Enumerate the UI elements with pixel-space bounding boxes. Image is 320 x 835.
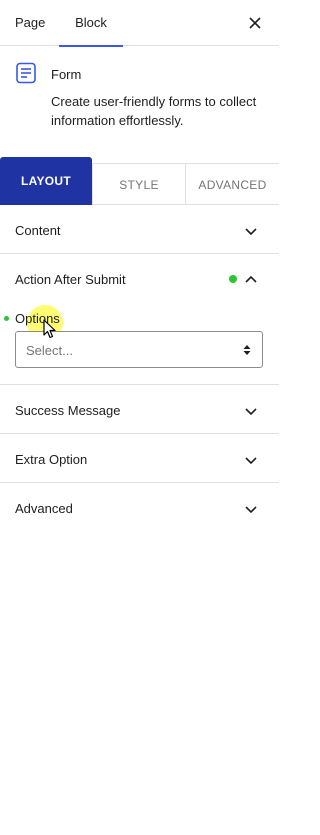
- section-action-after-submit[interactable]: Action After Submit Options Select...: [0, 254, 279, 385]
- section-advanced-label: Advanced: [15, 501, 73, 516]
- tab-style[interactable]: STYLE: [92, 163, 185, 205]
- section-content-label: Content: [15, 223, 61, 238]
- chevron-down-icon: [245, 228, 257, 236]
- section-advanced[interactable]: Advanced: [0, 483, 279, 532]
- chevron-up-icon: [245, 275, 257, 283]
- sidebar-header-tabs: Page Block: [0, 0, 279, 47]
- tab-layout[interactable]: LAYOUT: [0, 157, 92, 205]
- tab-advanced[interactable]: ADVANCED: [185, 163, 279, 205]
- panel-tabs: LAYOUT STYLE ADVANCED: [0, 157, 279, 205]
- tab-block[interactable]: Block: [59, 0, 123, 47]
- section-extra-label: Extra Option: [15, 452, 88, 467]
- modified-dot: [4, 316, 9, 321]
- block-info-card: Form Create user-friendly forms to colle…: [0, 46, 279, 157]
- section-success-message[interactable]: Success Message: [0, 385, 279, 434]
- tab-page[interactable]: Page: [15, 0, 45, 46]
- section-success-label: Success Message: [15, 403, 121, 418]
- block-title: Form: [51, 67, 82, 82]
- section-action-label: Action After Submit: [15, 272, 126, 287]
- status-dot: [229, 275, 237, 283]
- chevron-down-icon: [245, 457, 257, 465]
- chevron-down-icon: [245, 506, 257, 514]
- chevron-down-icon: [245, 408, 257, 416]
- block-description: Create user-friendly forms to collect in…: [51, 94, 257, 128]
- close-button[interactable]: [243, 11, 267, 35]
- section-content[interactable]: Content: [0, 205, 279, 254]
- select-arrows-icon: [243, 345, 251, 355]
- close-icon: [249, 17, 261, 29]
- select-placeholder: Select...: [26, 343, 73, 358]
- form-icon: [16, 62, 36, 84]
- mouse-pointer-icon: [43, 319, 56, 339]
- section-extra-option[interactable]: Extra Option: [0, 434, 279, 483]
- options-control: Options Select...: [0, 302, 279, 372]
